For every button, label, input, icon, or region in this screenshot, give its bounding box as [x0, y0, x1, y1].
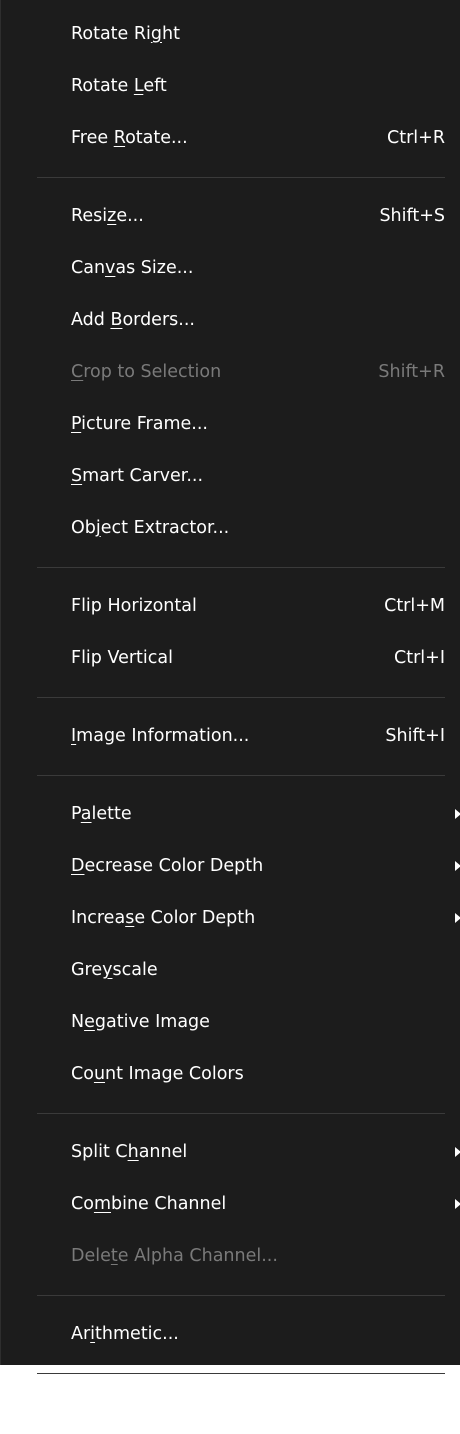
menu-item-increase-color-depth[interactable]: Increase Color Depth — [1, 896, 460, 940]
menu-item-label: Rotate Left — [71, 76, 167, 96]
menu-item-decrease-color-depth[interactable]: Decrease Color Depth — [1, 844, 460, 888]
menu-item-label: Free Rotate... — [71, 128, 188, 148]
menu-item-picture-frame[interactable]: Picture Frame... — [1, 402, 460, 446]
menu-item-label: Watermarking — [71, 1402, 195, 1422]
menu-separator — [37, 1295, 445, 1296]
menu-item-greyscale[interactable]: Greyscale — [1, 948, 460, 992]
menu-item-flip-vertical[interactable]: Flip Vertical Ctrl+I — [1, 636, 460, 680]
menu-item-label: Flip Vertical — [71, 648, 173, 668]
menu-separator — [37, 697, 445, 698]
image-context-menu: Rotate Right Rotate Left Free Rotate... Ctr… — [0, 0, 460, 1422]
menu-item-object-extractor[interactable]: Object Extractor... — [1, 506, 460, 550]
menu-item-palette[interactable]: Palette — [1, 792, 460, 836]
menu-item-label: Greyscale — [71, 960, 158, 980]
menu-item-flip-horizontal[interactable]: Flip Horizontal Ctrl+M — [1, 584, 460, 628]
menu-item-arithmetic[interactable]: Arithmetic... — [1, 1312, 460, 1356]
menu-item-shortcut: Shift+I — [385, 726, 445, 746]
menu-item-label: Crop to Selection — [71, 362, 222, 382]
menu-separator — [37, 567, 445, 568]
menu-item-label: Picture Frame... — [71, 414, 208, 434]
menu-separator — [37, 1373, 445, 1374]
menu-item-shortcut: Ctrl+I — [394, 648, 445, 668]
menu-item-canvas-size[interactable]: Canvas Size... — [1, 246, 460, 290]
menu-separator — [37, 775, 445, 776]
menu-item-shortcut: Shift+R — [378, 362, 445, 382]
menu-separator — [37, 1113, 445, 1114]
menu-item-smart-carver[interactable]: Smart Carver... — [1, 454, 460, 498]
menu-item-label: Combine Channel — [71, 1194, 227, 1214]
menu-item-label: Object Extractor... — [71, 518, 230, 538]
menu-item-label: Delete Alpha Channel... — [71, 1246, 278, 1266]
submenu-arrow-icon — [455, 1147, 460, 1157]
menu-item-delete-alpha-channel: Delete Alpha Channel... — [1, 1234, 460, 1278]
menu-item-label: Image Information... — [71, 726, 250, 746]
menu-item-split-channel[interactable]: Split Channel — [1, 1130, 460, 1174]
menu-item-shortcut: Ctrl+M — [384, 596, 445, 616]
menu-item-combine-channel[interactable]: Combine Channel — [1, 1182, 460, 1226]
submenu-arrow-icon — [455, 913, 460, 923]
submenu-arrow-icon — [455, 809, 460, 819]
menu-item-shortcut: Ctrl+R — [387, 128, 445, 148]
menu-item-rotate-left[interactable]: Rotate Left — [1, 64, 460, 108]
menu-item-image-information[interactable]: Image Information... Shift+I — [1, 714, 460, 758]
menu-item-label: Palette — [71, 804, 132, 824]
menu-item-resize[interactable]: Resize... Shift+S — [1, 194, 460, 238]
menu-item-label: Arithmetic... — [71, 1324, 179, 1344]
menu-item-crop-to-selection: Crop to Selection Shift+R — [1, 350, 460, 394]
menu-item-free-rotate[interactable]: Free Rotate... Ctrl+R — [1, 116, 460, 160]
menu-item-label: Rotate Right — [71, 24, 180, 44]
menu-item-add-borders[interactable]: Add Borders... — [1, 298, 460, 342]
menu-item-label: Split Channel — [71, 1142, 188, 1162]
menu-separator — [37, 177, 445, 178]
menu-item-label: Decrease Color Depth — [71, 856, 264, 876]
submenu-arrow-icon — [455, 1407, 460, 1417]
menu-item-label: Add Borders... — [71, 310, 195, 330]
menu-item-negative-image[interactable]: Negative Image — [1, 1000, 460, 1044]
menu-item-label: Canvas Size... — [71, 258, 194, 278]
menu-item-label: Count Image Colors — [71, 1064, 244, 1084]
menu-item-label: Flip Horizontal — [71, 596, 197, 616]
menu-item-label: Smart Carver... — [71, 466, 204, 486]
menu-item-label: Increase Color Depth — [71, 908, 256, 928]
submenu-arrow-icon — [455, 861, 460, 871]
menu-item-label: Negative Image — [71, 1012, 210, 1032]
submenu-arrow-icon — [455, 1199, 460, 1209]
menu-item-count-image-colors[interactable]: Count Image Colors — [1, 1052, 460, 1096]
menu-item-shortcut: Shift+S — [379, 206, 445, 226]
menu-item-watermarking[interactable]: Watermarking — [1, 1390, 460, 1434]
menu-item-label: Resize... — [71, 206, 144, 226]
menu-item-rotate-right[interactable]: Rotate Right — [1, 12, 460, 56]
